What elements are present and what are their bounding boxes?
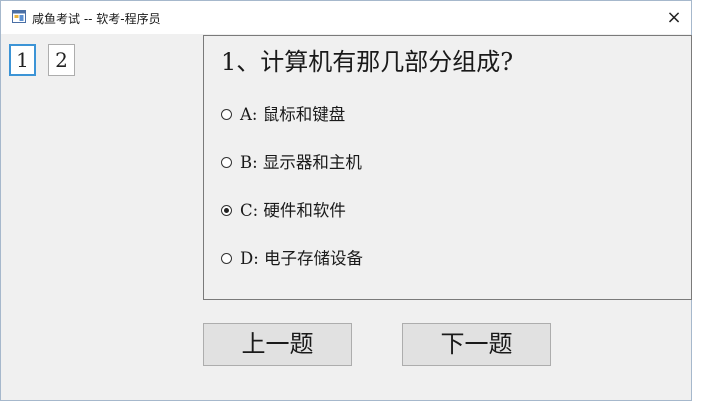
option-a-label: A: 鼠标和键盘 <box>240 105 346 124</box>
question-nav-2[interactable]: 2 <box>48 44 75 76</box>
question-text: 1、计算机有那几部分组成? <box>221 48 514 76</box>
radio-a[interactable] <box>221 109 232 120</box>
title-bar: 咸鱼考试 -- 软考-程序员 × <box>1 1 691 34</box>
option-c-label: C: 硬件和软件 <box>240 201 346 220</box>
next-question-button[interactable]: 下一题 <box>402 323 551 366</box>
option-b-label: B: 显示器和主机 <box>240 153 362 172</box>
radio-c[interactable] <box>221 205 232 216</box>
app-window-icon <box>12 10 26 23</box>
question-nav-1[interactable]: 1 <box>9 44 36 76</box>
window-title: 咸鱼考试 -- 软考-程序员 <box>32 12 161 26</box>
radio-b[interactable] <box>221 157 232 168</box>
close-icon[interactable]: × <box>657 1 691 34</box>
option-d-label: D: 电子存储设备 <box>240 249 364 268</box>
prev-question-button[interactable]: 上一题 <box>203 323 352 366</box>
question-panel: 1、计算机有那几部分组成? A: 鼠标和键盘 B: 显示器和主机 C: 硬件和软… <box>203 35 692 300</box>
main-window: 咸鱼考试 -- 软考-程序员 × 1 2 1、计算机有那几部分组成? A: 鼠标… <box>0 0 692 401</box>
radio-d[interactable] <box>221 253 232 264</box>
